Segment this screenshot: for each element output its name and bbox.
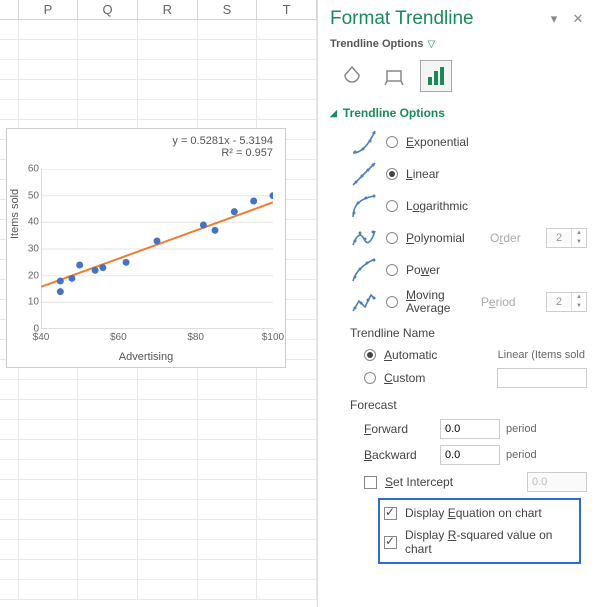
panel-title: Format Trendline [330, 8, 539, 30]
set-intercept-checkbox[interactable] [364, 476, 377, 489]
period-value[interactable] [547, 296, 571, 308]
close-icon[interactable]: ✕ [569, 10, 587, 28]
trendline-name-label: Trendline Name [350, 318, 587, 344]
exponential-curve-icon [350, 128, 378, 156]
power-radio[interactable] [386, 264, 398, 276]
backward-label: Backward [364, 448, 434, 462]
column-headers: P Q R S T [0, 0, 317, 20]
set-intercept-field[interactable] [527, 472, 587, 492]
polynomial-curve-icon [350, 224, 378, 252]
display-r2-checkbox[interactable] [384, 536, 397, 549]
backward-unit: period [506, 449, 537, 461]
custom-radio[interactable] [364, 372, 376, 384]
display-equation-checkbox[interactable] [384, 507, 397, 520]
panel-dropdown-icon[interactable]: ▾ [545, 10, 563, 28]
automatic-name-value: Linear (Items sold [498, 349, 585, 361]
fill-line-tab-icon[interactable] [336, 60, 368, 92]
spinner-down-icon[interactable]: ▼ [572, 302, 586, 311]
trendline-options-tab-icon[interactable] [420, 60, 452, 92]
spinner-up-icon[interactable]: ▲ [572, 229, 586, 238]
logarithmic-radio[interactable] [386, 200, 398, 212]
order-label: Order [490, 231, 521, 245]
polynomial-label[interactable]: Polynomial [406, 231, 465, 245]
y-axis-label: Items sold [9, 189, 21, 239]
spinner-up-icon[interactable]: ▲ [572, 293, 586, 302]
x-axis-label: Advertising [7, 351, 285, 363]
exponential-radio[interactable] [386, 136, 398, 148]
spreadsheet-grid[interactable]: P Q R S T y = 0.5281x - 5.3194 R² = 0.95… [0, 0, 318, 607]
forward-field[interactable] [440, 419, 500, 439]
order-spinner[interactable]: ▲▼ [546, 228, 587, 248]
chart-equation-box: y = 0.5281x - 5.3194 R² = 0.957 [172, 135, 273, 159]
display-equation-label[interactable]: Display Equation on chart [405, 506, 542, 520]
automatic-label[interactable]: Automatic [384, 348, 437, 362]
logarithmic-curve-icon [350, 192, 378, 220]
col-header[interactable]: T [257, 0, 317, 19]
moving-avg-radio[interactable] [386, 296, 398, 308]
scatter-chart[interactable]: y = 0.5281x - 5.3194 R² = 0.957 Items so… [6, 128, 286, 368]
set-intercept-label[interactable]: Set Intercept [385, 475, 453, 489]
col-header[interactable]: S [198, 0, 258, 19]
moving-avg-curve-icon [350, 288, 378, 316]
panel-subtitle[interactable]: Trendline Options [330, 38, 424, 50]
logarithmic-label[interactable]: Logarithmic [406, 199, 468, 213]
forward-label: Forward [364, 422, 434, 436]
order-value[interactable] [547, 232, 571, 244]
period-spinner[interactable]: ▲▼ [546, 292, 587, 312]
collapse-icon[interactable]: ◢ [330, 108, 337, 119]
chart-r2: R² = 0.957 [172, 147, 273, 159]
chart-plot-area [41, 169, 273, 329]
chart-equation: y = 0.5281x - 5.3194 [172, 135, 273, 147]
power-label[interactable]: Power [406, 263, 440, 277]
period-label: Period [481, 295, 516, 309]
exponential-label[interactable]: Exponential [406, 135, 469, 149]
chevron-down-icon[interactable]: ▽ [428, 39, 436, 50]
automatic-radio[interactable] [364, 349, 376, 361]
moving-avg-label[interactable]: MovingAverage [406, 289, 450, 315]
col-header[interactable]: R [138, 0, 198, 19]
col-header-blank[interactable] [0, 0, 19, 19]
forecast-label: Forecast [350, 390, 587, 416]
custom-name-field[interactable] [497, 368, 587, 388]
backward-field[interactable] [440, 445, 500, 465]
spinner-down-icon[interactable]: ▼ [572, 238, 586, 247]
forward-unit: period [506, 423, 537, 435]
format-trendline-panel: Format Trendline ▾ ✕ Trendline Options ▽… [318, 0, 597, 607]
linear-curve-icon [350, 160, 378, 188]
col-header[interactable]: Q [78, 0, 138, 19]
linear-label[interactable]: Linear [406, 167, 439, 181]
highlighted-options: Display Equation on chart Display R-squa… [378, 498, 581, 564]
display-r2-label[interactable]: Display R-squared value on chart [405, 528, 577, 556]
power-curve-icon [350, 256, 378, 284]
effects-tab-icon[interactable] [378, 60, 410, 92]
col-header[interactable]: P [19, 0, 79, 19]
polynomial-radio[interactable] [386, 232, 398, 244]
custom-label[interactable]: Custom [384, 371, 425, 385]
section-title[interactable]: Trendline Options [343, 106, 445, 120]
linear-radio[interactable] [386, 168, 398, 180]
